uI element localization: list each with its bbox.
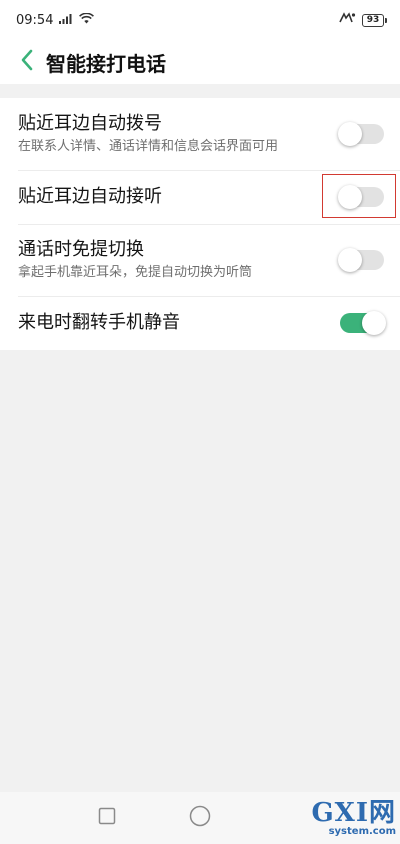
hd-call-icon: [338, 12, 356, 28]
status-left: 09:54: [16, 12, 95, 28]
section-spacer: [0, 84, 400, 98]
setting-text: 来电时翻转手机静音: [18, 311, 180, 334]
recent-apps-button[interactable]: [95, 806, 119, 830]
speaker-switch-toggle[interactable]: [338, 248, 384, 272]
back-nav-spacer: [281, 806, 305, 830]
signal-icon: [59, 13, 73, 28]
settings-list: 贴近耳边自动拨号 在联系人详情、通话详情和信息会话界面可用 贴近耳边自动接听 通…: [0, 98, 400, 350]
setting-auto-dial[interactable]: 贴近耳边自动拨号 在联系人详情、通话详情和信息会话界面可用: [0, 98, 400, 170]
home-button[interactable]: [188, 805, 212, 831]
watermark-logo: GXI网 system.com: [304, 798, 396, 838]
setting-title: 贴近耳边自动接听: [18, 186, 162, 208]
circle-icon: [189, 805, 211, 831]
wifi-icon: [79, 12, 95, 28]
battery-icon: 93: [362, 13, 387, 27]
square-icon: [98, 807, 116, 829]
toggle-knob: [338, 248, 362, 272]
status-bar: 09:54 93: [0, 0, 400, 40]
setting-subtitle: 拿起手机靠近耳朵，免提自动切换为听筒: [18, 264, 253, 280]
app-header: 智能接打电话: [0, 40, 400, 84]
setting-flip-mute[interactable]: 来电时翻转手机静音: [0, 296, 400, 350]
toggle-knob: [362, 311, 386, 335]
chevron-left-icon: [20, 49, 34, 75]
status-time: 09:54: [16, 12, 54, 28]
page-title: 智能接打电话: [46, 51, 166, 76]
flip-mute-toggle[interactable]: [340, 311, 386, 335]
setting-text: 贴近耳边自动接听: [18, 185, 162, 208]
setting-title: 通话时免提切换: [18, 239, 144, 261]
status-right: 93: [338, 12, 387, 28]
setting-speaker-switch[interactable]: 通话时免提切换 拿起手机靠近耳朵，免提自动切换为听筒: [0, 224, 400, 296]
watermark-main: GXI网: [311, 797, 396, 828]
setting-title: 贴近耳边自动拨号: [18, 113, 162, 135]
setting-title: 来电时翻转手机静音: [18, 312, 180, 334]
setting-subtitle: 在联系人详情、通话详情和信息会话界面可用: [18, 138, 279, 154]
setting-auto-answer[interactable]: 贴近耳边自动接听: [0, 170, 400, 224]
back-button[interactable]: [14, 45, 40, 79]
auto-answer-toggle[interactable]: [338, 185, 384, 209]
setting-text: 贴近耳边自动拨号 在联系人详情、通话详情和信息会话界面可用: [18, 112, 278, 155]
setting-text: 通话时免提切换 拿起手机靠近耳朵，免提自动切换为听筒: [18, 238, 252, 281]
toggle-knob: [338, 185, 362, 209]
toggle-knob: [338, 122, 362, 146]
watermark-sub: system.com: [328, 825, 396, 837]
auto-dial-toggle[interactable]: [338, 122, 384, 146]
